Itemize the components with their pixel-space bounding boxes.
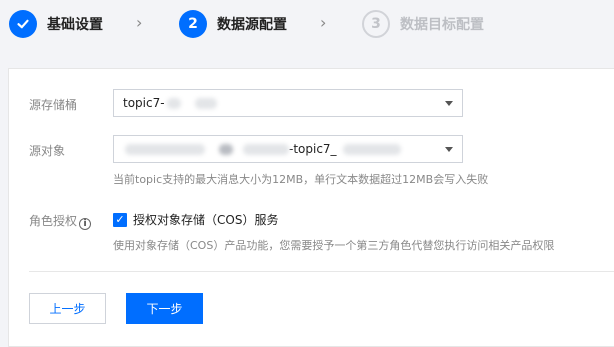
- object-select[interactable]: -topic7_: [113, 135, 463, 163]
- step-label: 基础设置: [47, 17, 103, 33]
- object-hint: 当前topic支持的最大消息大小为12MB，单行文本数据超过12MB会写入失败: [113, 173, 489, 186]
- step-basic-settings[interactable]: 基础设置: [9, 9, 103, 39]
- redacted-text: [243, 143, 289, 155]
- step-data-source[interactable]: 2 数据源配置: [179, 9, 287, 39]
- step-number: 3: [362, 10, 390, 38]
- step-label: 数据源配置: [217, 17, 287, 33]
- redacted-text: [219, 143, 233, 155]
- object-label: 源对象: [29, 144, 66, 158]
- chevron-right-icon: ›: [320, 13, 327, 32]
- checkmark-icon: ✓: [113, 212, 127, 227]
- object-value: -topic7_: [289, 142, 337, 156]
- config-card: 源存储桶 topic7- 源对象 -topic7_ 当前topic支持的最大消息…: [8, 68, 614, 347]
- role-hint: 使用对象存储（COS）产品功能，您需要授予一个第三方角色代替您执行访问相关产品权…: [113, 239, 555, 252]
- redacted-text: [342, 143, 401, 155]
- role-label-text: 角色授权: [29, 214, 78, 228]
- next-step-button[interactable]: 下一步: [126, 293, 203, 324]
- redacted-text: [125, 143, 205, 155]
- step-label: 数据目标配置: [400, 17, 484, 33]
- role-label: 角色授权 i: [29, 212, 92, 230]
- step-data-target[interactable]: 3 数据目标配置: [362, 9, 484, 39]
- checkbox-label: 授权对象存储（COS）服务: [133, 213, 279, 227]
- divider: [29, 271, 614, 272]
- step-number: 2: [179, 10, 207, 38]
- chevron-down-icon: [445, 147, 453, 152]
- info-icon[interactable]: i: [79, 218, 92, 230]
- check-icon: [9, 10, 37, 38]
- chevron-right-icon: ›: [136, 13, 143, 32]
- bucket-value: topic7-: [123, 96, 165, 110]
- steps-bar: 基础设置 › 2 数据源配置 › 3 数据目标配置: [0, 0, 614, 48]
- cos-authorize-checkbox[interactable]: ✓ 授权对象存储（COS）服务: [113, 211, 278, 228]
- bucket-label: 源存储桶: [29, 98, 78, 112]
- redacted-text: [166, 97, 181, 109]
- previous-step-button[interactable]: 上一步: [29, 293, 106, 324]
- redacted-text: [194, 97, 217, 109]
- chevron-down-icon: [445, 101, 453, 106]
- bucket-select[interactable]: topic7-: [113, 89, 463, 117]
